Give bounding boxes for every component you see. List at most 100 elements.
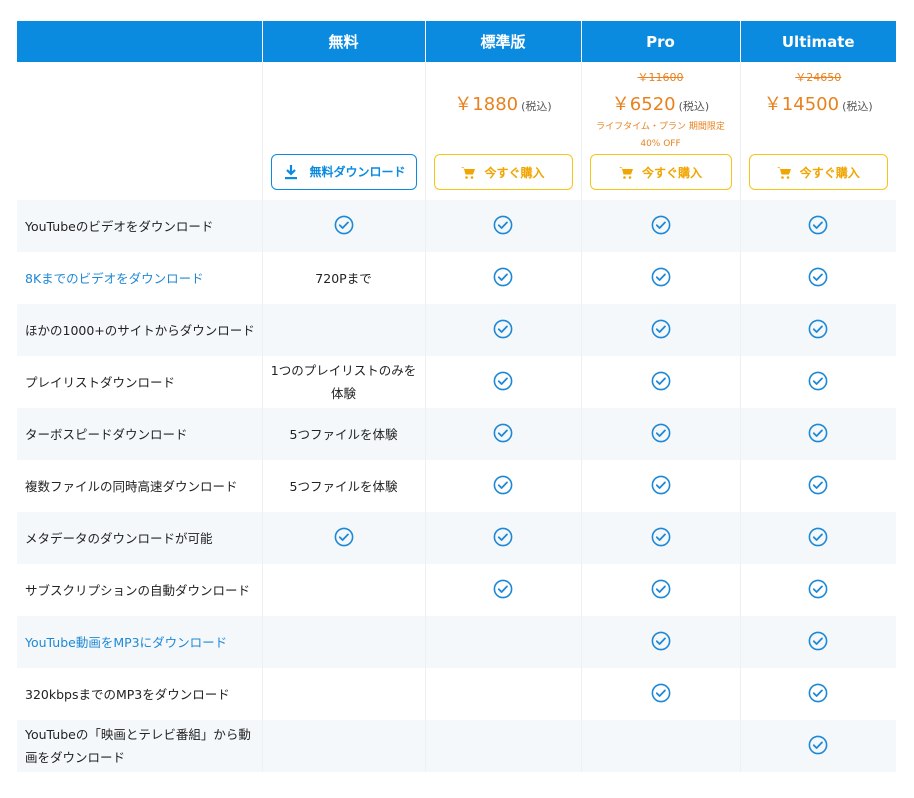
feature-label: 複数ファイルの同時高速ダウンロード [17,460,263,512]
check-circle-icon [808,475,828,498]
check-circle-icon [651,267,671,290]
feature-row: 複数ファイルの同時高速ダウンロード 5つファイルを体験 [17,460,896,512]
feature-label[interactable]: YouTube動画をMP3にダウンロード [17,616,263,668]
feature-cell-ultimate [740,304,896,356]
standard-tax-note: (税込) [521,100,552,113]
price-cell-pro: ￥11600 ￥6520 (税込) ライフタイム・プラン 期間限定 40% OFF… [581,62,741,200]
feature-cell-pro [581,304,741,356]
pro-price: ￥6520 (税込) [582,90,740,116]
check-circle-icon [493,267,513,290]
feature-cell-standard [425,356,582,408]
price-cell-ultimate: ￥24650 ￥14500 (税込) 今すぐ購入 [740,62,896,200]
feature-cell-standard [425,512,582,564]
cart-icon [776,166,792,179]
check-circle-icon [808,579,828,602]
feature-cell-ultimate [740,616,896,668]
price-cell-standard: ￥1880 (税込) 今すぐ購入 [425,62,582,200]
feature-cell-free [262,564,426,616]
check-circle-icon [493,579,513,602]
feature-cell-pro [581,200,741,252]
feature-label: YouTubeのビデオをダウンロード [17,200,263,252]
free-download-label: 無料ダウンロード [309,164,406,179]
check-circle-icon [651,631,671,654]
feature-row: ほかの1000+のサイトからダウンロード [17,304,896,356]
pro-buy-label: 今すぐ購入 [641,165,702,180]
pro-original-price: ￥11600 [637,71,684,84]
check-circle-icon [808,631,828,654]
standard-buy-button[interactable]: 今すぐ購入 [433,154,573,190]
feature-cell-pro [581,408,741,460]
feature-cell-free [262,720,426,772]
check-circle-icon [808,423,828,446]
feature-cell-ultimate [740,460,896,512]
check-circle-icon [808,683,828,706]
feature-label: 320kbpsまでのMP3をダウンロード [17,668,263,720]
feature-cell-pro [581,252,741,304]
ultimate-buy-button[interactable]: 今すぐ購入 [748,154,888,190]
header-pro: Pro [581,21,741,62]
cart-icon [618,166,634,179]
feature-row: YouTubeのビデオをダウンロード [17,200,896,252]
feature-label: ターボスピードダウンロード [17,408,263,460]
price-row: 無料ダウンロード ￥1880 (税込) 今すぐ購入 ￥11600 ￥6520 (税込… [17,62,896,200]
feature-cell-ultimate [740,200,896,252]
feature-row: サブスクリプションの自動ダウンロード [17,564,896,616]
check-circle-icon [334,215,354,238]
feature-cell-free: 720Pまで [262,252,426,304]
pro-promo-line2: 40% OFF [640,139,681,149]
feature-cell-pro [581,616,741,668]
feature-cell-free [262,200,426,252]
feature-row: メタデータのダウンロードが可能 [17,512,896,564]
feature-label: プレイリストダウンロード [17,356,263,408]
free-download-button[interactable]: 無料ダウンロード [270,154,417,190]
feature-cell-standard [425,460,582,512]
feature-cell-pro [581,512,741,564]
feature-cell-standard [425,668,582,720]
check-circle-icon [493,371,513,394]
header-ultimate: Ultimate [740,21,896,62]
check-circle-icon [808,527,828,550]
pro-buy-button[interactable]: 今すぐ購入 [589,154,732,190]
feature-cell-pro [581,460,741,512]
feature-label[interactable]: 8Kまでのビデオをダウンロード [17,252,263,304]
ultimate-price-amount: ￥14500 [763,94,840,115]
feature-cell-standard [425,200,582,252]
header-free: 無料 [262,21,426,62]
check-circle-icon [493,527,513,550]
feature-row: YouTubeの「映画とテレビ番組」から動画をダウンロード [17,720,896,772]
check-circle-icon [651,579,671,602]
check-circle-icon [493,423,513,446]
feature-row: ターボスピードダウンロード 5つファイルを体験 [17,408,896,460]
price-cell-free: 無料ダウンロード [262,62,426,200]
feature-cell-ultimate [740,720,896,772]
check-circle-icon [493,475,513,498]
feature-cell-free [262,512,426,564]
feature-cell-standard [425,252,582,304]
header-row: 無料 標準版 Pro Ultimate [17,21,896,62]
feature-label: メタデータのダウンロードが可能 [17,512,263,564]
feature-cell-free: 1つのプレイリストのみを体験 [262,356,426,408]
ultimate-original-price: ￥24650 [795,71,842,84]
feature-cell-free: 5つファイルを体験 [262,460,426,512]
check-circle-icon [651,683,671,706]
check-circle-icon [493,215,513,238]
feature-cell-pro [581,668,741,720]
feature-cell-pro [581,356,741,408]
check-circle-icon [651,475,671,498]
check-circle-icon [651,527,671,550]
feature-label: YouTubeの「映画とテレビ番組」から動画をダウンロード [17,720,263,772]
pro-tax-note: (税込) [678,100,710,113]
feature-cell-free [262,616,426,668]
check-circle-icon [651,215,671,238]
check-circle-icon [651,371,671,394]
download-icon [284,164,298,185]
feature-cell-ultimate [740,564,896,616]
check-circle-icon [808,371,828,394]
feature-cell-free: 5つファイルを体験 [262,408,426,460]
feature-cell-standard [425,304,582,356]
check-circle-icon [334,527,354,550]
check-circle-icon [808,319,828,342]
comparison-table: 無料 標準版 Pro Ultimate 無料ダウンロード ￥1880 (税込) … [17,21,896,772]
check-circle-icon [808,267,828,290]
check-circle-icon [651,423,671,446]
